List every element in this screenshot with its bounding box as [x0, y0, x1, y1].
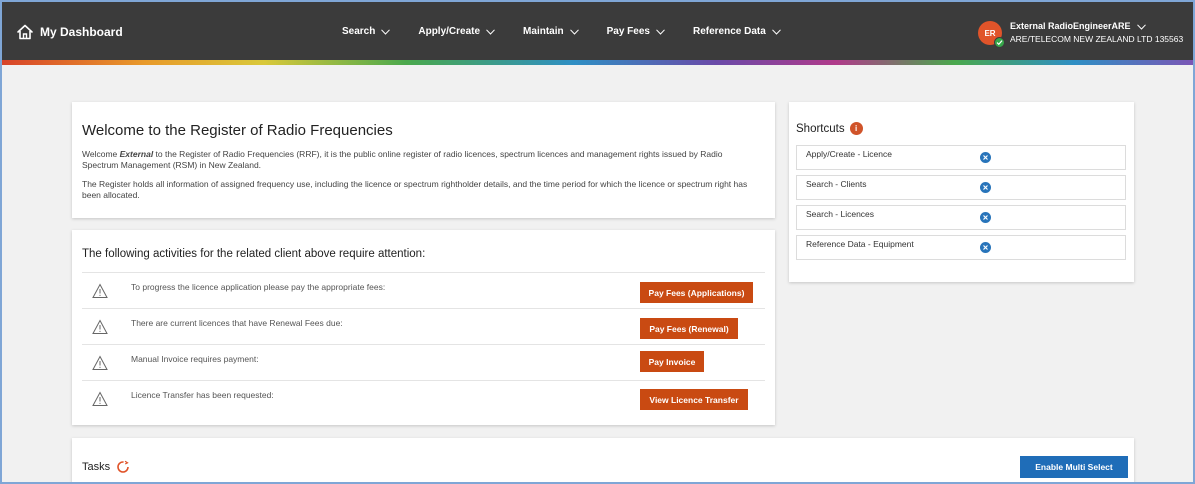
tasks-card: Tasks Enable Multi Select: [72, 438, 1134, 482]
chevron-down-icon: [381, 28, 391, 35]
activity-text: There are current licences that have Ren…: [131, 318, 343, 328]
shortcuts-title: Shortcuts: [796, 122, 845, 135]
menu-apply-create[interactable]: Apply/Create: [418, 26, 495, 37]
list-item: Manual Invoice requires payment: Pay Inv…: [82, 344, 765, 380]
shortcut-label: Apply/Create - Licence: [806, 149, 892, 159]
menu-pay-fees[interactable]: Pay Fees: [607, 26, 665, 37]
welcome-user-type: External: [119, 149, 154, 159]
remove-icon[interactable]: [980, 152, 991, 163]
list-item: Licence Transfer has been requested: Vie…: [82, 380, 765, 416]
avatar: ER: [978, 21, 1005, 48]
online-status-icon: [994, 37, 1005, 48]
list-item: There are current licences that have Ren…: [82, 308, 765, 344]
menu-reference-data[interactable]: Reference Data: [693, 26, 781, 37]
welcome-card: Welcome to the Register of Radio Frequen…: [72, 102, 775, 218]
pay-invoice-button[interactable]: Pay Invoice: [640, 351, 704, 372]
attention-card: The following activities for the related…: [72, 230, 775, 425]
home-icon: [17, 24, 33, 40]
welcome-paragraph-2: The Register holds all information of as…: [82, 179, 748, 200]
activity-text: Manual Invoice requires payment:: [131, 354, 259, 364]
shortcut-apply-create-licence[interactable]: Apply/Create - Licence: [796, 145, 1126, 170]
shortcut-search-licences[interactable]: Search - Licences: [796, 205, 1126, 230]
enable-multi-select-button[interactable]: Enable Multi Select: [1020, 456, 1128, 478]
warning-icon: [92, 354, 108, 370]
menu-reference-data-label: Reference Data: [692, 26, 766, 37]
top-navigation-bar: My Dashboard Search Apply/Create Maintai…: [2, 2, 1193, 60]
welcome-paragraph-1: Welcome External to the Register of Radi…: [82, 149, 765, 171]
pay-fees-renewal-button[interactable]: Pay Fees (Renewal): [640, 318, 738, 339]
shortcut-label: Search - Licences: [806, 209, 875, 219]
warning-icon: [92, 390, 108, 406]
avatar-initials: ER: [984, 28, 996, 38]
activity-text: Licence Transfer has been requested:: [131, 390, 274, 400]
remove-icon[interactable]: [980, 212, 991, 223]
shortcuts-card: Shortcuts i Apply/Create - Licence Searc…: [789, 102, 1134, 282]
tasks-header: Tasks: [82, 460, 1124, 474]
warning-icon: [92, 282, 108, 298]
menu-maintain-label: Maintain: [523, 26, 564, 37]
menu-search-label: Search: [342, 26, 376, 37]
menu-search[interactable]: Search: [342, 26, 391, 37]
shortcut-label: Search - Clients: [806, 179, 867, 189]
attention-title: The following activities for the related…: [82, 248, 426, 260]
activity-text: To progress the licence application plea…: [131, 282, 386, 292]
user-name-row: External RadioEngineerARE: [1010, 20, 1183, 33]
welcome-title: Welcome to the Register of Radio Frequen…: [82, 122, 393, 139]
brand-label: My Dashboard: [40, 25, 123, 39]
chevron-down-icon: [1136, 23, 1146, 30]
user-name: External RadioEngineerARE: [1010, 21, 1131, 31]
user-menu[interactable]: ER External RadioEngineerARE ARE/TELECOM…: [978, 16, 1183, 50]
remove-icon[interactable]: [980, 182, 991, 193]
chevron-down-icon: [569, 28, 579, 35]
dashboard-home-link[interactable]: My Dashboard: [16, 22, 123, 42]
user-details: External RadioEngineerARE ARE/TELECOM NE…: [1010, 20, 1183, 46]
remove-icon[interactable]: [980, 242, 991, 253]
chevron-down-icon: [486, 28, 495, 35]
view-licence-transfer-button[interactable]: View Licence Transfer: [640, 389, 748, 410]
chevron-down-icon: [771, 28, 781, 35]
pay-fees-applications-button[interactable]: Pay Fees (Applications): [640, 282, 753, 303]
app-window: My Dashboard Search Apply/Create Maintai…: [0, 0, 1195, 484]
menu-maintain[interactable]: Maintain: [523, 26, 579, 37]
menu-apply-create-label: Apply/Create: [418, 26, 481, 37]
shortcut-label: Reference Data - Equipment: [806, 239, 914, 249]
warning-icon: [92, 318, 108, 334]
chevron-down-icon: [656, 28, 665, 35]
info-icon[interactable]: i: [849, 122, 863, 135]
loading-spinner-icon: [117, 460, 129, 473]
user-organisation: ARE/TELECOM NEW ZEALAND LTD 135563: [1010, 34, 1184, 44]
tasks-title: Tasks: [82, 461, 111, 473]
shortcuts-header: Shortcuts i: [796, 122, 1127, 135]
menu-pay-fees-label: Pay Fees: [606, 26, 650, 37]
shortcut-search-clients[interactable]: Search - Clients: [796, 175, 1126, 200]
header-color-stripe: [2, 60, 1193, 65]
list-item: To progress the licence application plea…: [82, 272, 765, 308]
main-menu: Search Apply/Create Maintain Pay Fees Re…: [342, 26, 809, 37]
shortcut-reference-data-equipment[interactable]: Reference Data - Equipment: [796, 235, 1126, 260]
welcome-text-prefix: Welcome: [82, 149, 120, 159]
welcome-text-rest: to the Register of Radio Frequencies (RR…: [82, 149, 723, 170]
